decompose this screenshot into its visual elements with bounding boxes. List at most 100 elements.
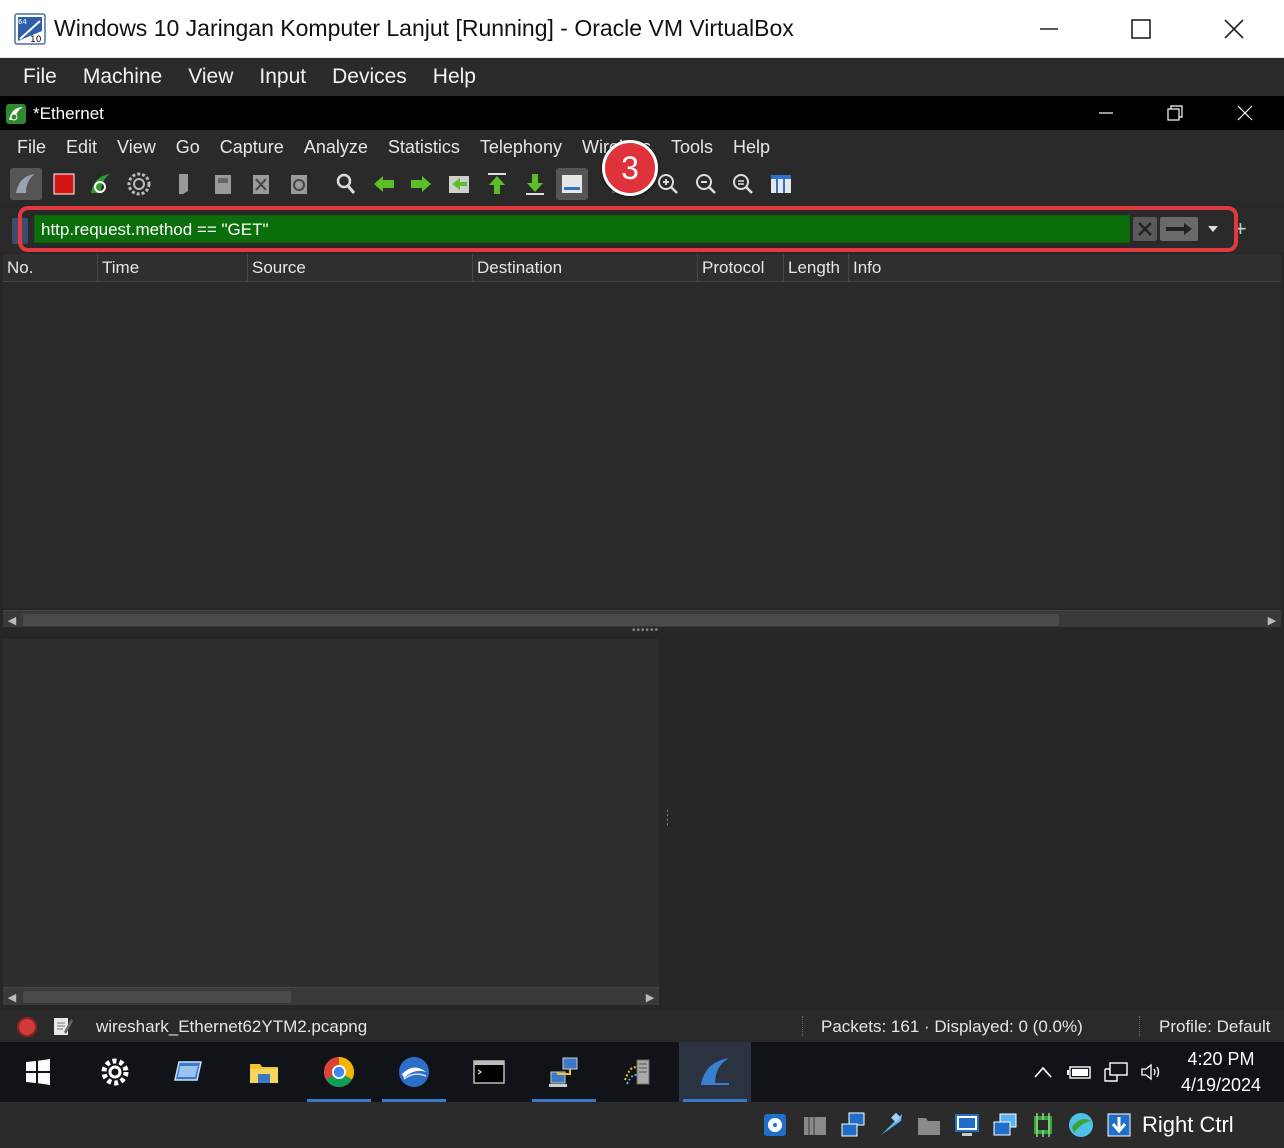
host-minimize-button[interactable] (1003, 0, 1095, 58)
vbox-network-status[interactable] (837, 1109, 869, 1141)
ws-menu-telephony[interactable]: Telephony (470, 137, 572, 158)
taskbar-server-tool[interactable] (603, 1042, 675, 1102)
columns-icon (771, 175, 791, 193)
hard-disk-icon (764, 1114, 786, 1136)
restart-capture-button[interactable] (85, 168, 117, 200)
ws-minimize-button[interactable] (1071, 96, 1141, 130)
vbox-guest-additions-status[interactable] (1065, 1109, 1097, 1141)
host-menu-input[interactable]: Input (246, 65, 319, 89)
chevron-up-icon (1034, 1066, 1052, 1078)
save-file-button[interactable] (207, 168, 239, 200)
tray-power[interactable] (1066, 1042, 1094, 1102)
arrow-right-icon (411, 176, 431, 192)
taskbar-wireshark[interactable] (679, 1042, 751, 1102)
col-info[interactable]: Info (849, 254, 1281, 282)
host-menu-view[interactable]: View (175, 65, 246, 89)
vbox-cpu-status[interactable] (1027, 1109, 1059, 1141)
vbox-optical-status[interactable] (799, 1109, 831, 1141)
find-packet-button[interactable] (330, 168, 362, 200)
stop-capture-button[interactable] (48, 168, 80, 200)
pane-splitter-horizontal[interactable]: •••••• (0, 625, 1284, 639)
go-forward-button[interactable] (405, 168, 437, 200)
tray-network[interactable] (1102, 1042, 1130, 1102)
vbox-keyboard-capture-status[interactable] (1103, 1109, 1135, 1141)
taskbar-file-explorer[interactable] (228, 1042, 300, 1102)
capture-options-button[interactable] (123, 168, 155, 200)
vbox-usb-status[interactable] (875, 1109, 907, 1141)
col-no[interactable]: No. (3, 254, 98, 282)
vbox-display-status[interactable] (951, 1109, 983, 1141)
packet-bytes-pane[interactable] (668, 639, 1281, 1005)
open-file-button[interactable] (168, 168, 200, 200)
host-maximize-button[interactable] (1095, 0, 1187, 58)
filter-bookmark-button[interactable] (12, 218, 28, 244)
ws-close-button[interactable] (1210, 96, 1280, 130)
packet-details-pane[interactable] (3, 639, 659, 987)
profile-indicator[interactable]: Profile: Default (1159, 1017, 1271, 1037)
host-menu-machine[interactable]: Machine (70, 65, 175, 89)
filter-apply-button[interactable] (1160, 217, 1198, 241)
details-hscroll[interactable]: ◀ ▶ (3, 987, 659, 1005)
start-button[interactable] (2, 1042, 74, 1102)
last-packet-button[interactable] (519, 168, 551, 200)
taskbar-hyper-app[interactable] (378, 1042, 450, 1102)
packet-list[interactable] (3, 282, 1281, 608)
taskbar-network-tool[interactable] (528, 1042, 600, 1102)
scroll-thumb[interactable] (23, 991, 291, 1003)
tray-volume[interactable] (1138, 1042, 1166, 1102)
ws-menu-go[interactable]: Go (166, 137, 210, 158)
scroll-thumb[interactable] (23, 614, 1059, 626)
go-to-packet-button[interactable] (443, 168, 475, 200)
go-back-button[interactable] (368, 168, 400, 200)
normal-size-button[interactable] (727, 168, 759, 200)
ws-menu-analyze[interactable]: Analyze (294, 137, 378, 158)
col-length[interactable]: Length (784, 254, 849, 282)
col-time[interactable]: Time (98, 254, 248, 282)
vbox-shared-folders-status[interactable] (913, 1109, 945, 1141)
ws-menu-file[interactable]: File (7, 137, 56, 158)
filter-clear-button[interactable] (1133, 217, 1157, 241)
col-protocol[interactable]: Protocol (698, 254, 784, 282)
close-file-button[interactable] (245, 168, 277, 200)
ws-menu-edit[interactable]: Edit (56, 137, 107, 158)
show-hidden-icons-button[interactable] (1030, 1042, 1056, 1102)
reload-file-button[interactable] (283, 168, 315, 200)
vbox-hdd-status[interactable] (759, 1109, 791, 1141)
ws-menu-capture[interactable]: Capture (210, 137, 294, 158)
vbox-recording-status[interactable] (989, 1109, 1021, 1141)
gear-icon (127, 172, 151, 196)
ws-menu-tools[interactable]: Tools (661, 137, 723, 158)
guest-screen: *Ethernet File Edit View Go Capture Anal… (0, 96, 1284, 1102)
ws-menu-statistics[interactable]: Statistics (378, 137, 470, 158)
scroll-left-icon[interactable]: ◀ (3, 988, 21, 1006)
ws-menu-view[interactable]: View (107, 137, 166, 158)
scroll-right-icon[interactable]: ▶ (641, 988, 659, 1006)
first-packet-button[interactable] (481, 168, 513, 200)
capture-comment-icon[interactable] (51, 1015, 73, 1037)
taskbar-settings[interactable] (79, 1042, 151, 1102)
taskbar-command-prompt[interactable] (453, 1042, 525, 1102)
expert-info-icon[interactable] (17, 1017, 37, 1037)
col-source[interactable]: Source (248, 254, 473, 282)
display-filter-input[interactable]: http.request.method == "GET" (34, 215, 1130, 243)
taskbar-remote-desktop[interactable] (153, 1042, 225, 1102)
zoom-out-button[interactable] (690, 168, 722, 200)
pane-splitter-vertical[interactable]: •••• (659, 639, 673, 1005)
ws-menu-help[interactable]: Help (723, 137, 780, 158)
host-menu-file[interactable]: File (10, 65, 70, 89)
auto-scroll-button[interactable] (556, 168, 588, 200)
host-menu-devices[interactable]: Devices (319, 65, 420, 89)
start-capture-button[interactable] (10, 168, 42, 200)
restore-icon (1167, 105, 1183, 121)
col-destination[interactable]: Destination (473, 254, 698, 282)
taskbar-clock[interactable]: 4:20 PM 4/19/2024 (1176, 1046, 1266, 1098)
ws-restore-button[interactable] (1140, 96, 1210, 130)
chrome-icon (323, 1057, 355, 1088)
host-close-button[interactable] (1188, 0, 1280, 58)
taskbar-chrome[interactable] (303, 1042, 375, 1102)
filter-history-dropdown[interactable] (1203, 217, 1223, 241)
goto-packet-icon (449, 176, 469, 193)
resize-columns-button[interactable] (765, 168, 797, 200)
host-menu-help[interactable]: Help (420, 65, 489, 89)
add-filter-button-icon[interactable]: + (1234, 216, 1247, 242)
